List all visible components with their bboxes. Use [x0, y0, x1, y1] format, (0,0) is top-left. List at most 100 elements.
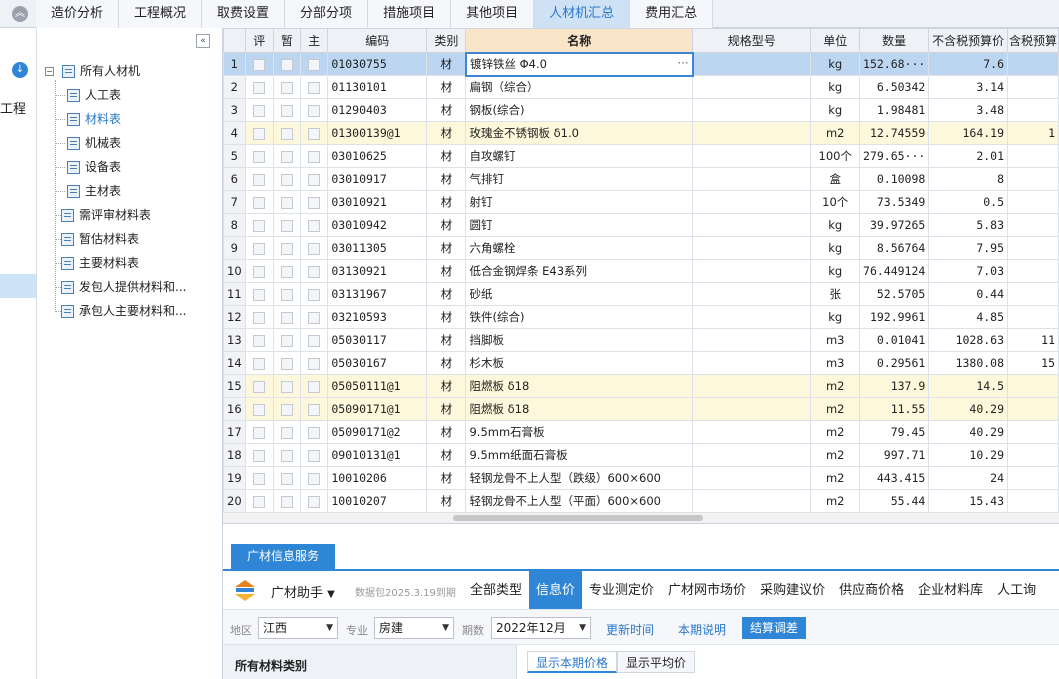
review-checkbox[interactable] — [253, 104, 266, 117]
spec-cell[interactable] — [692, 351, 812, 375]
main-checkbox[interactable] — [308, 311, 321, 324]
review-checkbox[interactable] — [253, 472, 266, 485]
row-number[interactable]: 2 — [223, 75, 246, 99]
quantity-cell[interactable]: 52.5705 — [859, 282, 930, 306]
column-header[interactable]: 编码 — [327, 28, 428, 53]
row-number[interactable]: 18 — [223, 443, 246, 467]
main-checkbox[interactable] — [308, 449, 321, 462]
provisional-checkbox[interactable] — [280, 472, 293, 485]
main-checkbox-cell[interactable] — [300, 328, 329, 352]
name-cell[interactable]: 9.5mm石膏板 — [465, 420, 694, 444]
spec-cell[interactable] — [692, 305, 812, 329]
table-row[interactable]: 20 10010207 材轻钢龙骨不上人型（平面）600×600 m2 55.44 15.… — [223, 489, 1059, 513]
category-cell[interactable]: 材 — [426, 328, 467, 352]
price-cell[interactable]: 1028.63 — [928, 328, 1009, 352]
table-row[interactable]: 12 03210593 材铁件(综合) kg 192.9961 4.85 — [223, 305, 1059, 329]
review-checkbox-cell[interactable] — [244, 489, 274, 513]
category-cell[interactable]: 材 — [426, 190, 467, 214]
provisional-checkbox-cell[interactable] — [272, 213, 302, 237]
row-number[interactable]: 12 — [223, 305, 246, 329]
tax-price-cell[interactable] — [1007, 213, 1059, 237]
tax-price-cell[interactable] — [1007, 420, 1059, 444]
main-checkbox-cell[interactable] — [300, 282, 329, 306]
category-cell[interactable]: 材 — [426, 144, 467, 168]
name-cell[interactable]: 挡脚板 — [465, 328, 694, 352]
review-checkbox[interactable] — [253, 380, 266, 393]
price-cell[interactable]: 7.03 — [928, 259, 1009, 283]
review-checkbox[interactable] — [253, 150, 266, 163]
provisional-checkbox[interactable] — [280, 495, 293, 508]
table-row[interactable]: 14 05030167 材杉木板 m3 0.29561 1380.08 15 — [223, 351, 1059, 375]
main-checkbox-cell[interactable] — [300, 236, 329, 260]
tax-price-cell[interactable] — [1007, 236, 1059, 260]
column-header[interactable]: 含税预算 — [1007, 28, 1059, 53]
top-tab[interactable]: 分部分项 — [285, 0, 369, 28]
provisional-checkbox[interactable] — [280, 449, 293, 462]
name-cell[interactable]: 六角螺栓 — [465, 236, 694, 260]
download-icon[interactable]: ↓ — [12, 62, 28, 78]
spec-cell[interactable] — [692, 98, 812, 122]
code-cell[interactable]: 10010206 — [327, 466, 428, 490]
tree-item[interactable]: 发包人提供材料和... — [61, 276, 186, 298]
code-cell[interactable]: 03010917 — [327, 167, 428, 191]
review-checkbox-cell[interactable] — [244, 328, 274, 352]
name-cell[interactable]: 射钉 — [465, 190, 694, 214]
quantity-cell[interactable]: 12.74559 — [859, 121, 930, 145]
provisional-checkbox[interactable] — [280, 150, 293, 163]
category-cell[interactable]: 材 — [426, 305, 467, 329]
quantity-cell[interactable]: 79.45 — [859, 420, 930, 444]
collapse-up-icon[interactable]: ︽ — [12, 6, 28, 22]
provisional-checkbox[interactable] — [280, 58, 293, 71]
unit-cell[interactable]: 盒 — [810, 167, 861, 191]
category-cell[interactable]: 材 — [426, 489, 467, 513]
review-checkbox-cell[interactable] — [244, 466, 274, 490]
provisional-checkbox-cell[interactable] — [272, 443, 302, 467]
spec-cell[interactable] — [692, 443, 812, 467]
provisional-checkbox[interactable] — [280, 311, 293, 324]
provisional-checkbox-cell[interactable] — [272, 328, 302, 352]
tax-price-cell[interactable] — [1007, 75, 1059, 99]
tax-price-cell[interactable]: 15 — [1007, 351, 1059, 375]
main-checkbox[interactable] — [308, 472, 321, 485]
unit-cell[interactable]: 100个 — [810, 144, 861, 168]
main-checkbox[interactable] — [308, 495, 321, 508]
review-checkbox[interactable] — [253, 219, 266, 232]
provisional-checkbox[interactable] — [280, 426, 293, 439]
review-checkbox-cell[interactable] — [244, 443, 274, 467]
row-number[interactable]: 14 — [223, 351, 246, 375]
row-number[interactable]: 17 — [223, 420, 246, 444]
provisional-checkbox-cell[interactable] — [272, 351, 302, 375]
assistant-dropdown[interactable]: 广材助手 ▼ — [271, 582, 335, 601]
row-number[interactable]: 9 — [223, 236, 246, 260]
table-row[interactable]: 15 05050111@1 材阻燃板 δ18 m2 137.9 14.5 — [223, 374, 1059, 398]
table-row[interactable]: 2 01130101 材扁钢（综合） kg 6.50342 3.14 — [223, 75, 1059, 99]
tax-price-cell[interactable] — [1007, 443, 1059, 467]
row-number[interactable]: 4 — [223, 121, 246, 145]
name-cell[interactable]: 阻燃板 δ18 — [465, 374, 694, 398]
quantity-cell[interactable]: 279.65··· — [859, 144, 930, 168]
spec-cell[interactable] — [692, 420, 812, 444]
main-checkbox[interactable] — [308, 219, 321, 232]
main-checkbox-cell[interactable] — [300, 374, 329, 398]
settle-button[interactable]: 结算调差 — [742, 617, 807, 639]
price-tab[interactable]: 企业材料库 — [911, 571, 990, 611]
provisional-checkbox[interactable] — [280, 403, 293, 416]
main-checkbox[interactable] — [308, 357, 321, 370]
spec-cell[interactable] — [692, 121, 812, 145]
provisional-checkbox-cell[interactable] — [272, 167, 302, 191]
row-number[interactable]: 20 — [223, 489, 246, 513]
provisional-checkbox-cell[interactable] — [272, 305, 302, 329]
view-tab[interactable]: 显示平均价 — [617, 651, 696, 673]
unit-cell[interactable]: kg — [810, 98, 861, 122]
unit-cell[interactable]: m3 — [810, 328, 861, 352]
price-cell[interactable]: 3.14 — [928, 75, 1009, 99]
main-checkbox[interactable] — [308, 81, 321, 94]
review-checkbox[interactable] — [253, 426, 266, 439]
price-cell[interactable]: 15.43 — [928, 489, 1009, 513]
collapse-node-icon[interactable]: − — [45, 66, 54, 76]
main-checkbox-cell[interactable] — [300, 121, 329, 145]
price-tab[interactable]: 采购建议价 — [753, 571, 832, 611]
top-tab[interactable]: 费用汇总 — [630, 0, 714, 28]
code-cell[interactable]: 03210593 — [327, 305, 428, 329]
main-checkbox-cell[interactable] — [300, 144, 329, 168]
